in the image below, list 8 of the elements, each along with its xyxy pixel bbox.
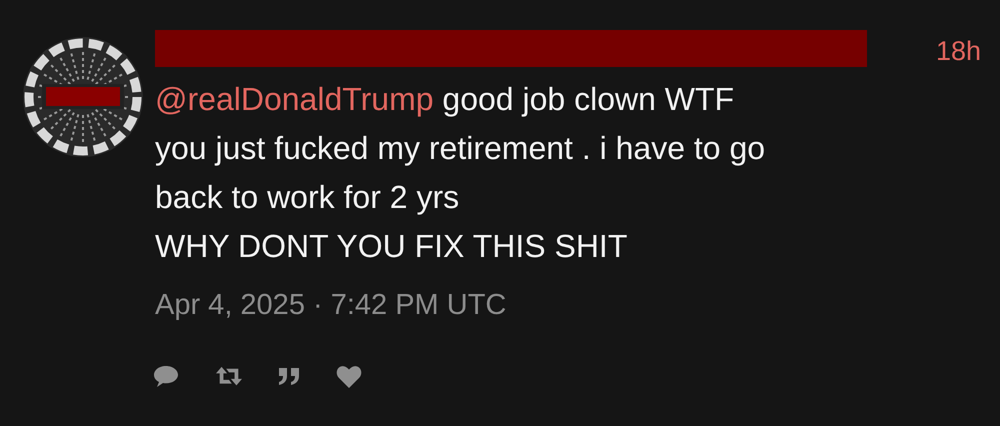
tweet-date: Apr 4, 2025 · 7:42 PM UTC [155, 291, 506, 320]
mention-link[interactable]: @realDonaldTrump [155, 81, 434, 117]
retweet-icon[interactable] [216, 364, 242, 388]
heart-icon[interactable] [336, 364, 362, 388]
speech-bubble-icon[interactable] [152, 363, 180, 389]
timestamp: 18h [936, 38, 981, 65]
quote-icon[interactable] [278, 366, 300, 386]
tweet-text: @realDonaldTrump good job clown WTF you just fucked my retirement . i have to go back to work for 2 yrs WHY DONT YOU FIX THIS SHIT [155, 80, 766, 266]
